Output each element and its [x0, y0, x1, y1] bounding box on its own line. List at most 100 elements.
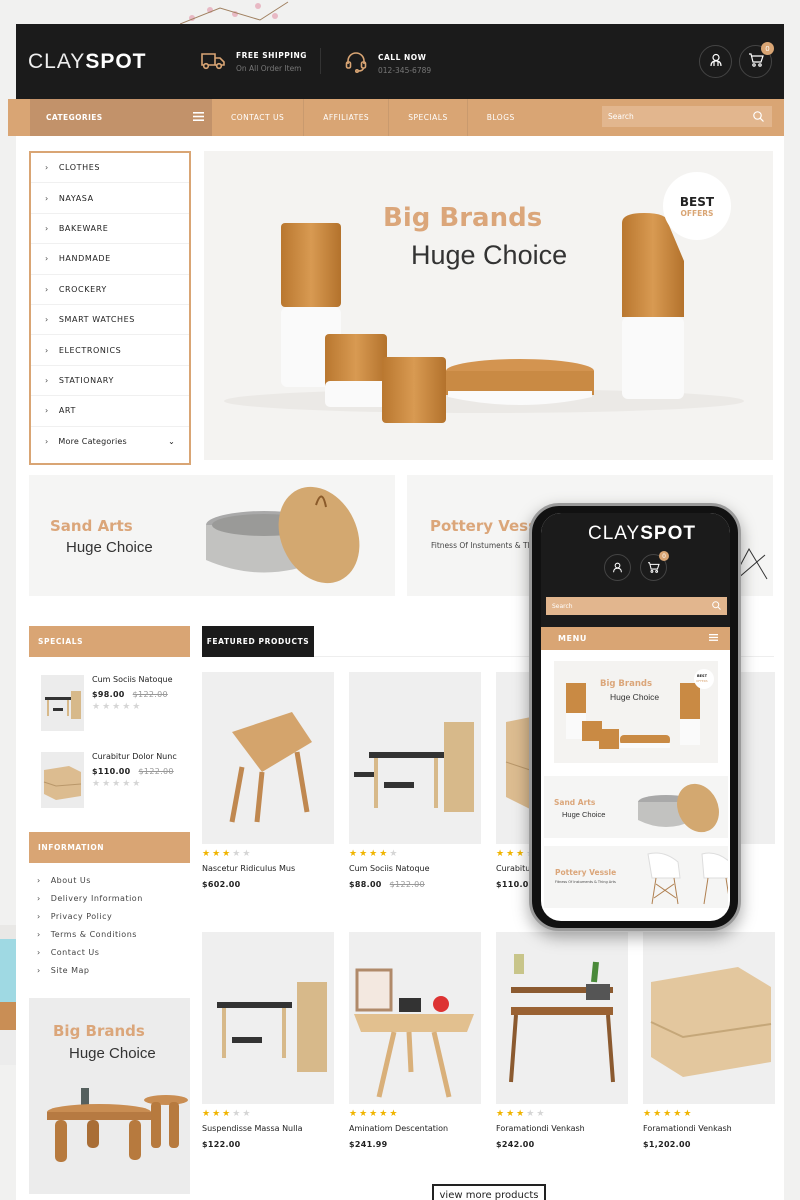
product-card[interactable]: ★★★★★ Foramationdi Venkash $242.00: [496, 932, 628, 1149]
product-image[interactable]: [202, 932, 334, 1104]
info-link-delivery-information[interactable]: › Delivery Information: [29, 889, 190, 907]
product-name[interactable]: Foramationdi Venkash: [496, 1124, 628, 1133]
mobile-brand-logo[interactable]: CLAYSPOT: [588, 523, 696, 545]
product-thumbnail[interactable]: [41, 752, 84, 808]
link-label: Privacy Policy: [50, 911, 113, 921]
mobile-header: CLAYSPOT 0 Search: [541, 513, 730, 627]
product-image[interactable]: [202, 672, 334, 844]
product-name[interactable]: Foramationdi Venkash: [643, 1124, 775, 1133]
more-categories-toggle[interactable]: › More Categories ⌄: [31, 427, 189, 457]
headset-icon: [344, 50, 368, 78]
category-item-bakeware[interactable]: › BAKEWARE: [31, 214, 189, 245]
tab-featured-products[interactable]: FEATURED PRODUCTS: [202, 626, 314, 657]
side-promo-banner[interactable]: Big Brands Huge Choice: [29, 998, 190, 1194]
product-image[interactable]: [643, 932, 775, 1104]
chevron-right-icon: ›: [45, 437, 49, 447]
nav-link-blogs[interactable]: BLOGS: [468, 99, 534, 136]
product-price: $98.00: [92, 690, 125, 699]
product-name[interactable]: Curabitur Dolor Nunc: [92, 752, 177, 761]
brand-logo[interactable]: CLAYSPOT: [28, 50, 147, 74]
special-product-item[interactable]: Curabitur Dolor Nunc $110.00 $122.00 ★★★★…: [41, 752, 177, 808]
product-price: $122.00: [202, 1140, 241, 1149]
chevron-right-icon: ›: [37, 929, 41, 939]
info-link-contact-us[interactable]: › Contact Us: [29, 943, 190, 961]
nav-link-affiliates[interactable]: AFFILIATES: [304, 99, 390, 136]
star-icon: ★: [526, 1109, 537, 1119]
mobile-badge-bottom-text: OFFERS: [696, 679, 708, 683]
info-link-site-map[interactable]: › Site Map: [29, 961, 190, 979]
mobile-cart-button[interactable]: 0: [640, 551, 669, 581]
product-card[interactable]: ★★★★★ Cum Sociis Natoque $88.00 $122.00: [349, 672, 481, 889]
nav-link-specials[interactable]: SPECIALS: [389, 99, 468, 136]
product-name[interactable]: Cum Sociis Natoque: [349, 864, 481, 873]
category-item-art[interactable]: › ART: [31, 396, 189, 427]
cart-button[interactable]: 0: [739, 42, 774, 78]
info-link-terms-conditions[interactable]: › Terms & Conditions: [29, 925, 190, 943]
background-vase-decoration: [0, 925, 16, 1065]
star-icon: ★: [212, 1109, 223, 1119]
chevron-right-icon: ›: [45, 254, 49, 264]
mobile-menu-bar[interactable]: MENU: [541, 627, 730, 650]
chevron-right-icon: ›: [45, 406, 49, 416]
product-image[interactable]: [349, 932, 481, 1104]
nav-link-contact-us[interactable]: CONTACT US: [212, 99, 305, 136]
mobile-hero-banner[interactable]: Big Brands Huge Choice BEST OFFERS: [554, 661, 718, 763]
categories-toggle[interactable]: CATEGORIES: [30, 99, 212, 136]
category-item-stationary[interactable]: › STATIONARY: [31, 366, 189, 397]
product-card[interactable]: ★★★★★ Foramationdi Venkash $1,202.00: [643, 932, 775, 1149]
call-now-info: CALL NOW 012-345-6789: [344, 50, 431, 78]
product-price: $602.00: [202, 880, 241, 889]
info-link-privacy-policy[interactable]: › Privacy Policy: [29, 907, 190, 925]
info-link-about-us[interactable]: › About Us: [29, 871, 190, 889]
mobile-search-bar[interactable]: Search: [546, 597, 727, 615]
mobile-banner-sand-arts[interactable]: Sand Arts Huge Choice: [544, 776, 728, 838]
product-name[interactable]: Suspendisse Massa Nulla: [202, 1124, 334, 1133]
product-name[interactable]: Nascetur Ridiculus Mus: [202, 864, 334, 873]
star-icon: ★: [516, 849, 527, 859]
category-label: NAYASA: [58, 193, 94, 203]
product-card[interactable]: ★★★★★ Suspendisse Massa Nulla $122.00: [202, 932, 334, 1149]
search-input[interactable]: [608, 112, 728, 121]
category-item-clothes[interactable]: › CLOTHES: [31, 153, 189, 184]
category-label: BAKEWARE: [58, 223, 109, 233]
logo-light-text: CLAY: [588, 523, 641, 544]
special-product-item[interactable]: Cum Sociis Natoque $98.00 $122.00 ★★★★★: [41, 675, 173, 731]
category-item-nayasa[interactable]: › NAYASA: [31, 183, 189, 214]
view-more-products-button[interactable]: view more products: [432, 1184, 546, 1200]
category-item-electronics[interactable]: › ELECTRONICS: [31, 335, 189, 366]
category-item-crockery[interactable]: › CROCKERY: [31, 275, 189, 305]
rating-stars: ★★★★★: [496, 1109, 628, 1119]
chevron-right-icon: ›: [37, 947, 41, 957]
product-thumbnail[interactable]: [41, 675, 84, 731]
search-icon[interactable]: [712, 600, 721, 612]
account-button[interactable]: [699, 45, 732, 78]
product-name[interactable]: Aminatiom Descentation: [349, 1124, 481, 1133]
category-item-smart-watches[interactable]: › SMART WATCHES: [31, 305, 189, 336]
category-label: ELECTRONICS: [58, 345, 122, 355]
banner-subtitle: Huge Choice: [66, 539, 153, 556]
search-bar: [602, 106, 772, 127]
promo-banner-sand-arts[interactable]: Sand Arts Huge Choice: [29, 475, 395, 596]
mobile-banner-pottery-vessle[interactable]: Pottery Vessle Fitness Of Instuments & T…: [544, 846, 728, 908]
product-image[interactable]: [349, 672, 481, 844]
star-icon: ★: [202, 849, 213, 859]
banner-title: Sand Arts: [554, 798, 596, 807]
banner-title: Sand Arts: [50, 517, 133, 535]
mobile-account-button[interactable]: [604, 554, 631, 581]
call-title: CALL NOW: [378, 53, 427, 62]
star-icon: ★: [242, 1109, 253, 1119]
star-icon: ★: [202, 1109, 213, 1119]
star-icon: ★: [516, 1109, 527, 1119]
search-icon[interactable]: [753, 107, 764, 126]
truck-icon: [200, 50, 226, 74]
information-heading: INFORMATION: [29, 832, 190, 863]
product-image[interactable]: [496, 932, 628, 1104]
category-label: CROCKERY: [58, 284, 107, 294]
mobile-hero-subheadline: Huge Choice: [610, 692, 660, 702]
product-name[interactable]: Cum Sociis Natoque: [92, 675, 173, 684]
product-card[interactable]: ★★★★★ Nascetur Ridiculus Mus $602.00: [202, 672, 334, 889]
star-icon: ★: [379, 1109, 390, 1119]
product-card[interactable]: ★★★★★ Aminatiom Descentation $241.99: [349, 932, 481, 1149]
star-icon: ★: [349, 849, 360, 859]
category-item-handmade[interactable]: › HANDMADE: [31, 244, 189, 275]
